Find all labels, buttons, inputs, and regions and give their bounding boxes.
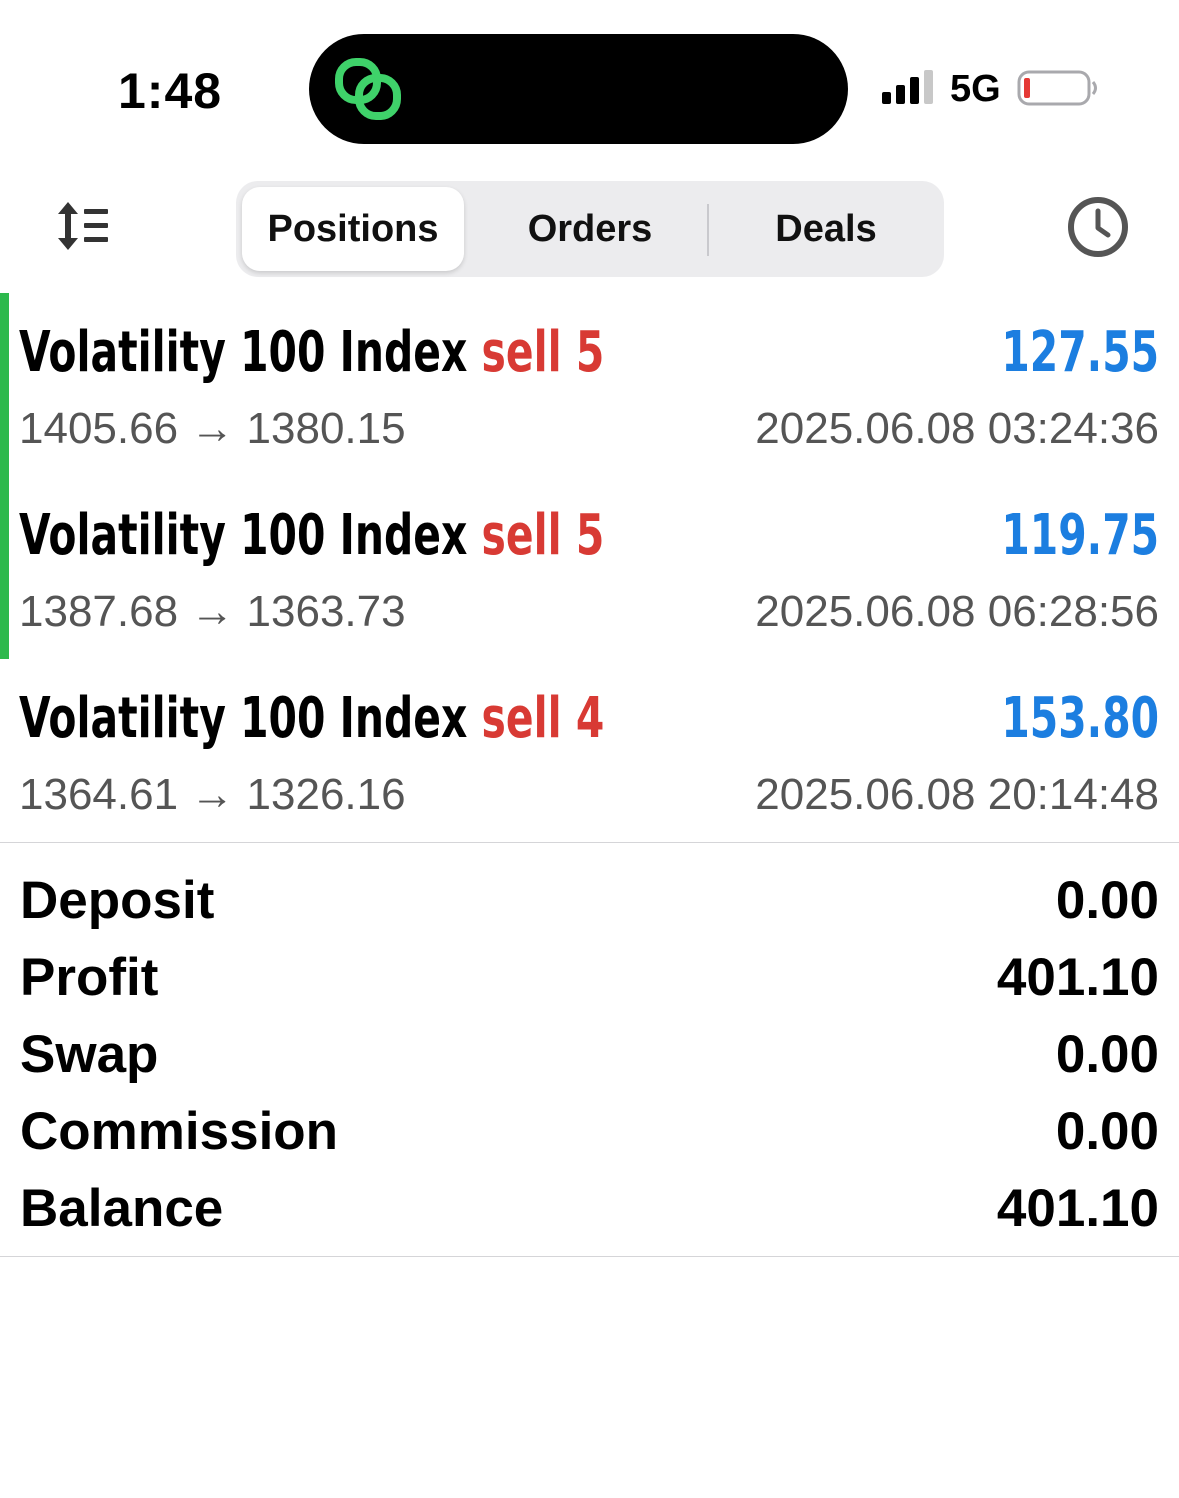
- summary-label: Swap: [20, 1025, 159, 1084]
- open-price: 1405.66: [19, 404, 179, 453]
- position-row[interactable]: Volatility 100 Index sell 5 127.55 1405.…: [0, 298, 1179, 481]
- position-prices: 1387.68 → 1363.73: [19, 587, 406, 637]
- open-price: 1387.68: [19, 587, 179, 636]
- close-price: 1363.73: [246, 587, 406, 636]
- summary-label: Profit: [20, 948, 159, 1007]
- arrow-icon: →: [190, 404, 235, 453]
- position-symbol: Volatility 100 Index: [19, 686, 468, 751]
- summary-row-swap: Swap 0.00: [0, 1016, 1179, 1093]
- position-row[interactable]: Volatility 100 Index sell 5 119.75 1387.…: [0, 481, 1179, 664]
- position-side: sell 5: [481, 503, 605, 568]
- position-datetime: 2025.06.08 03:24:36: [755, 404, 1159, 453]
- open-price: 1364.61: [19, 770, 179, 819]
- summary-value: 401.10: [996, 948, 1159, 1007]
- close-price: 1326.16: [246, 770, 406, 819]
- arrow-icon: →: [190, 587, 235, 636]
- tabs-segmented-control: Positions Orders Deals: [236, 181, 944, 277]
- cellular-signal-icon: [882, 70, 933, 104]
- divider: [0, 842, 1179, 843]
- arrow-icon: →: [190, 770, 235, 819]
- summary-label: Commission: [20, 1102, 339, 1161]
- tab-deals[interactable]: Deals: [710, 187, 942, 271]
- summary-row-commission: Commission 0.00: [0, 1093, 1179, 1170]
- linked-rings-icon: [335, 58, 401, 120]
- status-bar: 1:48 5G: [0, 0, 1179, 170]
- summary-row-deposit: Deposit 0.00: [0, 862, 1179, 939]
- summary-row-profit: Profit 401.10: [0, 939, 1179, 1016]
- position-title: Volatility 100 Index sell 4: [19, 686, 604, 751]
- sort-icon[interactable]: [54, 200, 114, 252]
- position-symbol: Volatility 100 Index: [19, 320, 468, 385]
- position-side: sell 4: [481, 686, 605, 751]
- summary-label: Balance: [20, 1179, 224, 1238]
- position-profit: 119.75: [1001, 503, 1159, 568]
- summary-value: 0.00: [1055, 1025, 1159, 1084]
- battery-icon: [1017, 70, 1097, 106]
- position-prices: 1405.66 → 1380.15: [19, 404, 406, 454]
- summary-value: 401.10: [996, 1179, 1159, 1238]
- dynamic-island: [309, 34, 848, 144]
- position-side: sell 5: [481, 320, 605, 385]
- status-time: 1:48: [118, 63, 223, 119]
- divider: [0, 1256, 1179, 1257]
- summary-row-balance: Balance 401.10: [0, 1170, 1179, 1247]
- position-datetime: 2025.06.08 06:28:56: [755, 587, 1159, 636]
- position-row[interactable]: Volatility 100 Index sell 4 153.80 1364.…: [0, 664, 1179, 847]
- position-title: Volatility 100 Index sell 5: [19, 320, 604, 385]
- summary-value: 0.00: [1055, 871, 1159, 930]
- position-datetime: 2025.06.08 20:14:48: [755, 770, 1159, 819]
- position-title: Volatility 100 Index sell 5: [19, 503, 604, 568]
- position-profit: 127.55: [1001, 320, 1159, 385]
- network-type: 5G: [950, 68, 1001, 110]
- tab-divider: [707, 204, 709, 256]
- position-symbol: Volatility 100 Index: [19, 503, 468, 568]
- tab-positions[interactable]: Positions: [242, 187, 464, 271]
- summary-label: Deposit: [20, 871, 215, 930]
- clock-icon[interactable]: [1066, 195, 1130, 259]
- position-profit: 153.80: [1001, 686, 1159, 751]
- position-prices: 1364.61 → 1326.16: [19, 770, 406, 820]
- close-price: 1380.15: [246, 404, 406, 453]
- tab-orders[interactable]: Orders: [470, 187, 710, 271]
- summary-value: 0.00: [1055, 1102, 1159, 1161]
